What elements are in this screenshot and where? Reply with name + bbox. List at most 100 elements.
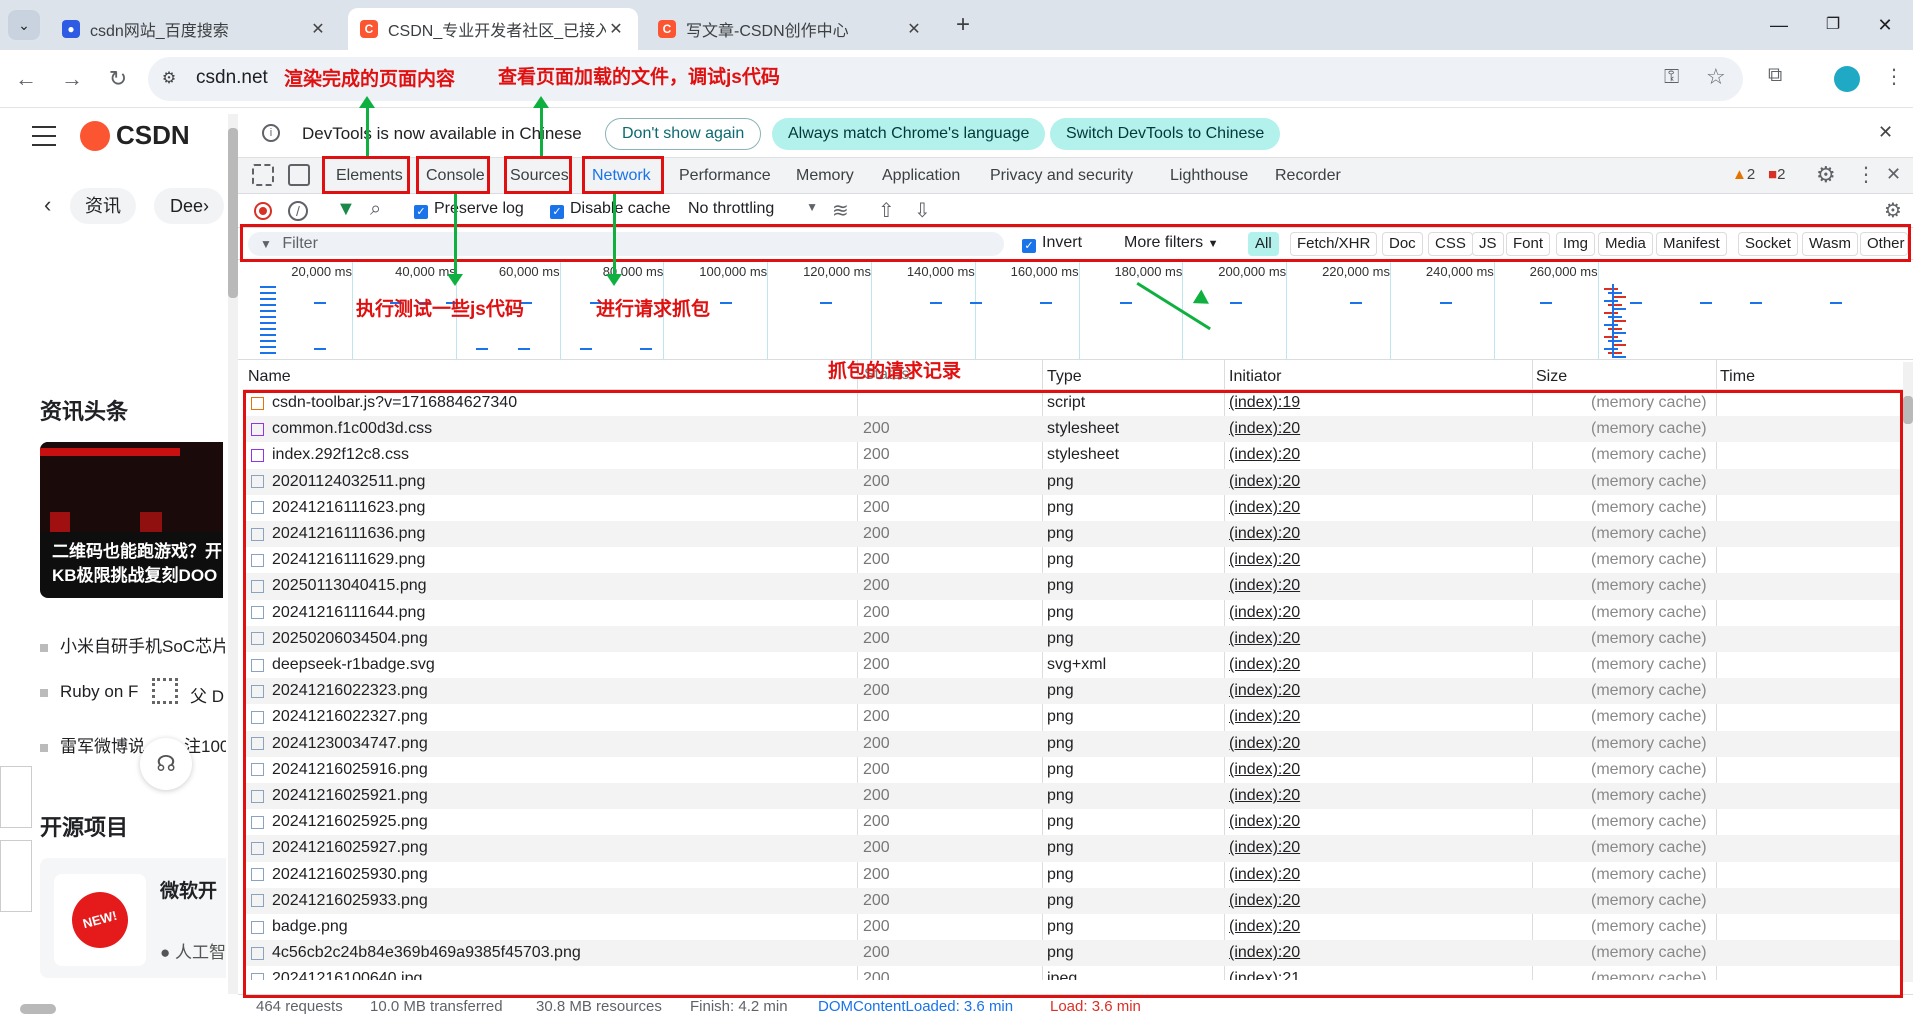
request-initiator-link[interactable]: (index):20 — [1229, 888, 1529, 914]
table-row[interactable]: 20241216022323.png 200 png (index):20 (memor… — [243, 678, 1903, 705]
new-tab-button[interactable]: + — [948, 10, 978, 40]
request-initiator-link[interactable]: (index):21 — [1229, 966, 1529, 980]
request-name[interactable]: 20241216111623.png — [251, 495, 851, 521]
request-initiator-link[interactable]: (index):20 — [1229, 835, 1529, 861]
request-initiator-link[interactable]: (index):20 — [1229, 809, 1529, 835]
device-toolbar-icon[interactable] — [288, 164, 310, 186]
table-row[interactable]: 20241216025925.png 200 png (index):20 (memor… — [243, 809, 1903, 835]
filter-socket[interactable]: Socket — [1738, 232, 1798, 256]
close-icon[interactable]: ✕ — [308, 19, 328, 39]
table-row[interactable]: deepseek-r1badge.svg 200 svg+xml (index):20… — [243, 652, 1903, 678]
reload-button[interactable]: ↻ — [98, 57, 138, 101]
always-match-language-button[interactable]: Always match Chrome's language — [772, 118, 1046, 150]
request-initiator-link[interactable]: (index):20 — [1229, 495, 1529, 521]
request-initiator-link[interactable]: (index):20 — [1229, 442, 1529, 468]
table-row[interactable]: 20241216111644.png 200 png (index):20 (memor… — [243, 600, 1903, 626]
close-window-button[interactable]: ✕ — [1870, 10, 1900, 40]
table-row[interactable]: 20241216025930.png 200 png (index):20 (memor… — [243, 862, 1903, 888]
col-initiator[interactable]: Initiator — [1229, 368, 1281, 386]
password-key-icon[interactable]: ⚿ — [1664, 66, 1679, 89]
grid-scrollbar[interactable] — [1903, 362, 1913, 982]
tab-memory[interactable]: Memory — [796, 158, 854, 194]
filter-img[interactable]: Img — [1556, 232, 1596, 256]
preserve-log-checkbox[interactable]: ✓ Preserve log — [414, 200, 524, 219]
request-name[interactable]: csdn-toolbar.js?v=1716884627340 — [251, 390, 851, 416]
request-name[interactable]: 20201124032511.png — [251, 469, 851, 495]
network-conditions-icon[interactable]: ≋ — [832, 198, 849, 223]
request-initiator-link[interactable]: (index):20 — [1229, 731, 1529, 757]
table-row[interactable]: 20201124032511.png 200 png (index):20 (memor… — [243, 468, 1903, 495]
request-name[interactable]: 20241216022323.png — [251, 678, 851, 704]
address-text[interactable]: csdn.net — [196, 67, 268, 89]
request-name[interactable]: 20241216025925.png — [251, 809, 851, 835]
request-initiator-link[interactable]: (index):20 — [1229, 678, 1529, 704]
request-name[interactable]: common.f1c00d3d.css — [251, 416, 851, 442]
tab-performance[interactable]: Performance — [679, 158, 771, 194]
request-initiator-link[interactable]: (index):20 — [1229, 521, 1529, 547]
page-scrollbar[interactable] — [228, 114, 238, 994]
news-item[interactable]: 雷军微博说 — [40, 732, 150, 757]
settings-gear-icon[interactable]: ⚙ — [1816, 162, 1836, 188]
menu-icon[interactable]: ⋮ — [1884, 64, 1904, 89]
side-thumb[interactable] — [0, 766, 32, 828]
tab-search-button[interactable]: ⌄ — [8, 10, 40, 40]
errors-badge[interactable]: ■2 — [1768, 166, 1785, 183]
table-row[interactable]: 20250113040415.png 200 png (index):20 (memor… — [243, 573, 1903, 600]
qrcode-icon[interactable] — [152, 678, 178, 704]
tab-elements[interactable]: Elements — [336, 158, 403, 194]
close-icon[interactable]: ✕ — [904, 19, 924, 39]
restore-button[interactable]: ❐ — [1818, 10, 1848, 40]
news-item[interactable]: Ruby on F — [40, 682, 150, 702]
request-initiator-link[interactable]: (index):19 — [1229, 390, 1529, 416]
table-row[interactable]: 20241216100640.jpg 200 jpeg (index):21 (memo… — [243, 966, 1903, 980]
back-button[interactable]: ← — [6, 57, 46, 101]
throttling-select[interactable]: No throttling ▼ — [688, 200, 818, 218]
switch-devtools-chinese-button[interactable]: Switch DevTools to Chinese — [1050, 118, 1281, 150]
request-initiator-link[interactable]: (index):20 — [1229, 416, 1529, 442]
request-initiator-link[interactable]: (index):20 — [1229, 600, 1529, 626]
filter-other[interactable]: Other — [1860, 232, 1908, 256]
tab-application[interactable]: Application — [882, 158, 960, 194]
table-row[interactable]: badge.png200png(index):20(memory cache)0… — [243, 914, 1903, 940]
site-info-icon[interactable]: ⚙ — [158, 68, 180, 90]
tab-lighthouse[interactable]: Lighthouse — [1170, 158, 1248, 194]
request-name[interactable]: 20241216100640.jpg — [251, 966, 851, 980]
tab-network[interactable]: Network — [592, 158, 651, 194]
request-name[interactable]: deepseek-r1badge.svg — [251, 652, 851, 678]
table-row[interactable]: 20241216111636.png 200 png (index):20 (memor… — [243, 521, 1903, 548]
request-initiator-link[interactable]: (index):20 — [1229, 652, 1529, 678]
filter-js[interactable]: JS — [1472, 232, 1504, 256]
request-name[interactable]: 20250206034504.png — [251, 626, 851, 652]
table-row[interactable]: 20241230034747.png 200 png (index):20 (memor… — [243, 730, 1903, 757]
tab-sources[interactable]: Sources — [510, 158, 569, 194]
col-type[interactable]: Type — [1047, 368, 1082, 386]
nav-item-news[interactable]: 资讯 — [70, 188, 136, 224]
filter-wasm[interactable]: Wasm — [1802, 232, 1858, 256]
csdn-logo[interactable]: CSDN — [80, 120, 190, 151]
request-initiator-link[interactable]: (index):20 — [1229, 573, 1529, 599]
request-initiator-link[interactable]: (index):20 — [1229, 704, 1529, 730]
nav-item-deepseek[interactable]: Dee› — [154, 188, 224, 224]
nav-prev-icon[interactable]: ‹ — [44, 192, 51, 218]
table-row[interactable]: csdn-toolbar.js?v=1716884627340 script (in… — [243, 390, 1903, 416]
filter-fetch-xhr[interactable]: Fetch/XHR — [1290, 232, 1378, 256]
col-time[interactable]: Time — [1720, 368, 1755, 386]
headset-icon[interactable]: ☊ — [140, 738, 192, 790]
table-row[interactable]: 20241216111623.png 200 png (index):20 (memor… — [243, 495, 1903, 521]
filter-doc[interactable]: Doc — [1382, 232, 1423, 256]
request-name[interactable]: 20241216025921.png — [251, 783, 851, 809]
col-name[interactable]: Name — [248, 368, 291, 386]
close-infobar-icon[interactable]: ✕ — [1878, 122, 1893, 143]
record-stop-icon[interactable] — [254, 202, 272, 220]
request-name[interactable]: 20241216022327.png — [251, 704, 851, 730]
table-row[interactable]: 20241216022327.png 200 png (index):20 (memor… — [243, 704, 1903, 730]
page-hscrollbar[interactable] — [20, 1004, 56, 1014]
inspect-element-icon[interactable] — [252, 164, 274, 186]
request-name[interactable]: 20241216025930.png — [251, 862, 851, 888]
search-icon[interactable]: ⌕ — [370, 198, 381, 221]
filter-media[interactable]: Media — [1598, 232, 1653, 256]
request-name[interactable]: index.292f12c8.css — [251, 442, 851, 468]
request-name[interactable]: 20250113040415.png — [251, 573, 851, 599]
table-row[interactable]: index.292f12c8.css 200 stylesheet (index):2… — [243, 442, 1903, 468]
news-card[interactable]: 二维码也能跑游戏？开KB极限挑战复刻DOO — [40, 442, 223, 598]
